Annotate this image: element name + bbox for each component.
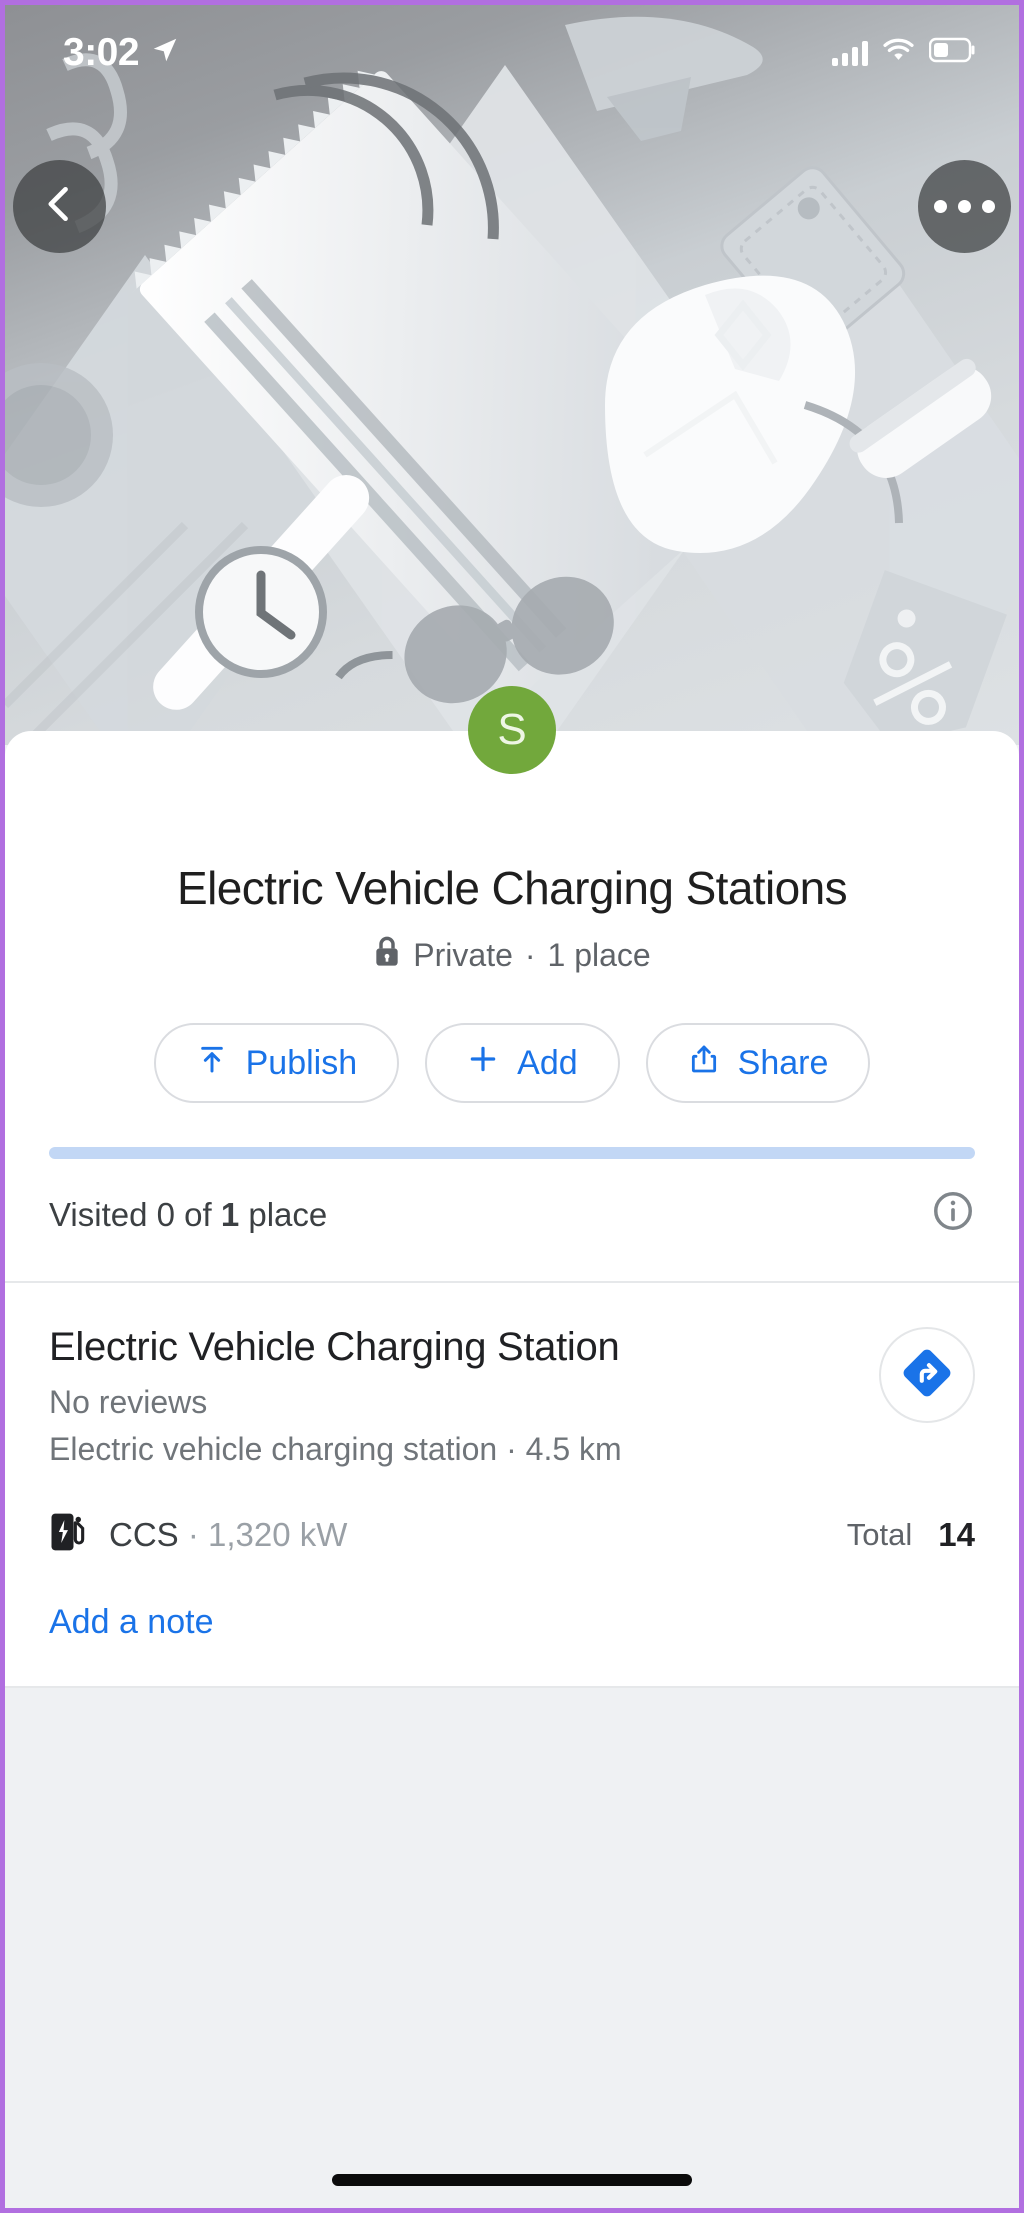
charger-total-label: Total xyxy=(846,1516,913,1552)
banner-illustration xyxy=(5,5,1019,745)
chevron-left-icon xyxy=(38,182,82,231)
publish-upload-icon xyxy=(196,1043,228,1084)
info-circle-icon[interactable] xyxy=(931,1189,975,1241)
privacy-label: Private xyxy=(413,936,513,973)
list-meta: Private · 1 place xyxy=(5,935,1019,975)
charger-total: Total 14 xyxy=(847,1516,975,1554)
home-indicator-bar[interactable] xyxy=(332,2174,692,2186)
charger-label: CCS · 1,320 kW xyxy=(109,1516,347,1554)
list-detail-sheet: S Electric Vehicle Charging Stations Pri… xyxy=(5,686,1019,1688)
add-label: Add xyxy=(517,1043,578,1082)
status-bar-left: 3:02 xyxy=(63,31,180,75)
place-name: Electric Vehicle Charging Station xyxy=(49,1325,620,1369)
charger-info-row: CCS · 1,320 kW Total 14 xyxy=(49,1510,975,1559)
share-icon xyxy=(688,1043,720,1084)
cellular-bars-icon xyxy=(832,40,868,66)
phone-screen: 3:02 S Electric Vehicle Charging Station… xyxy=(0,0,1024,2213)
footer-area xyxy=(5,1670,1019,2208)
charger-total-value: 14 xyxy=(938,1515,975,1553)
visited-prefix: Visited 0 of xyxy=(49,1196,221,1233)
more-options-button[interactable] xyxy=(918,160,1011,253)
plus-icon xyxy=(467,1043,499,1084)
publish-button[interactable]: Publish xyxy=(153,1023,400,1103)
visited-row: Visited 0 of 1 place xyxy=(49,1159,975,1281)
location-arrow-icon xyxy=(150,35,180,70)
place-list-item[interactable]: Electric Vehicle Charging Station No rev… xyxy=(5,1283,1019,1686)
visited-text: Visited 0 of 1 place xyxy=(49,1196,327,1234)
status-time: 3:02 xyxy=(63,30,140,74)
share-button[interactable]: Share xyxy=(645,1023,871,1103)
back-button[interactable] xyxy=(13,160,106,253)
action-buttons: Publish Add Share xyxy=(5,1023,1019,1103)
progress-track xyxy=(49,1147,975,1159)
meta-separator: · xyxy=(524,936,536,973)
wifi-icon xyxy=(882,37,915,68)
visited-suffix: place xyxy=(239,1196,328,1233)
directions-arrow-icon xyxy=(901,1347,953,1404)
charger-power: 1,320 kW xyxy=(208,1515,348,1553)
place-category-distance: Electric vehicle charging station · 4.5 … xyxy=(49,1431,622,1467)
charger-type: CCS xyxy=(109,1515,179,1553)
avatar: S xyxy=(468,686,556,774)
add-note-link[interactable]: Add a note xyxy=(49,1603,975,1642)
lock-icon xyxy=(373,935,401,975)
publish-label: Publish xyxy=(245,1043,358,1082)
status-bar: 3:02 xyxy=(5,5,1019,100)
battery-icon xyxy=(928,37,977,68)
charger-separator: · xyxy=(187,1515,199,1553)
visited-progress xyxy=(49,1147,975,1159)
visited-count: 1 xyxy=(220,1196,240,1233)
place-bottom-divider xyxy=(5,1686,1019,1688)
charger-left: CCS · 1,320 kW xyxy=(49,1510,847,1559)
add-button[interactable]: Add xyxy=(425,1023,620,1103)
ev-charger-icon xyxy=(49,1510,87,1559)
directions-button[interactable] xyxy=(879,1327,975,1423)
share-label: Share xyxy=(737,1043,829,1082)
more-horizontal-icon xyxy=(934,200,995,213)
status-bar-right xyxy=(832,37,977,68)
place-reviews: No reviews xyxy=(49,1384,208,1420)
place-count: 1 place xyxy=(547,936,651,973)
